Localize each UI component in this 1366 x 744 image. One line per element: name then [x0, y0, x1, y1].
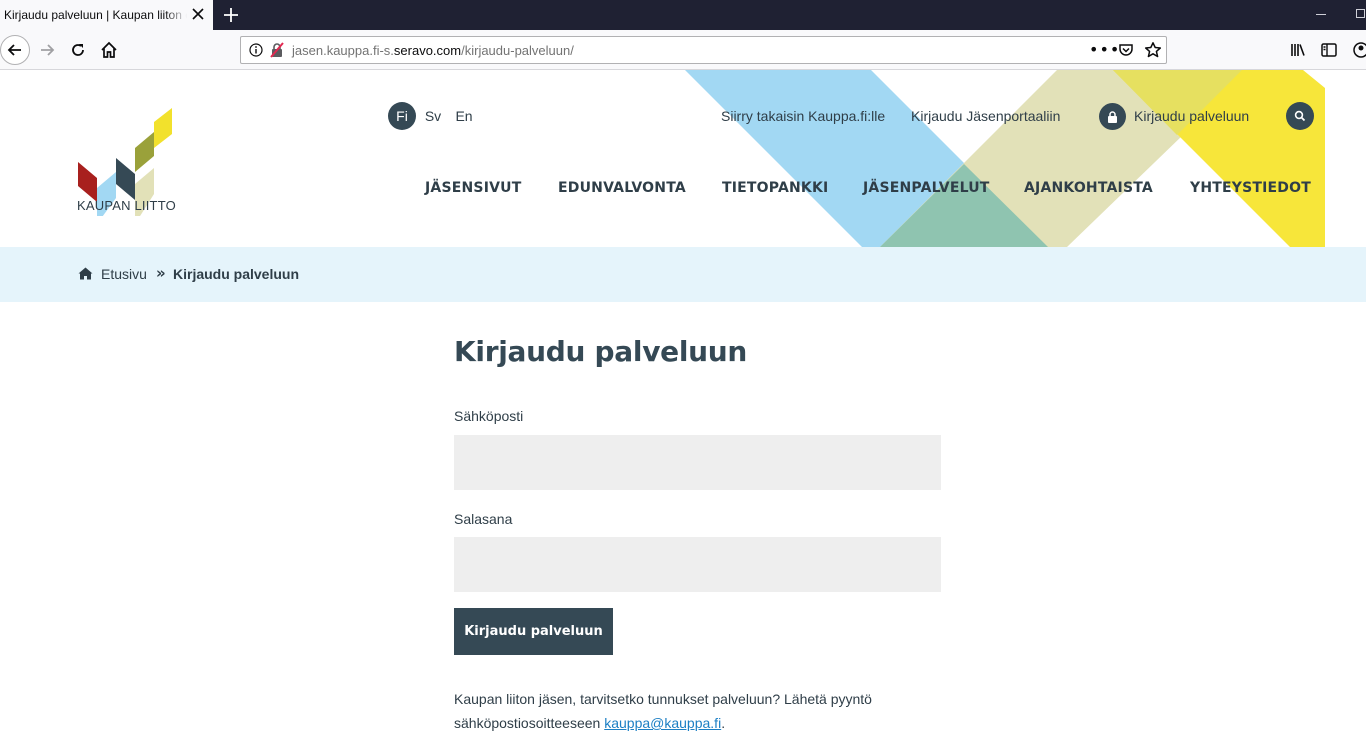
reload-button[interactable] [63, 30, 93, 70]
login-submit-button[interactable]: Kirjaudu palveluun [454, 608, 613, 655]
nav-edunvalvonta[interactable]: EDUNVALVONTA [558, 180, 686, 196]
close-tab-icon[interactable] [191, 7, 205, 21]
new-tab-icon[interactable] [222, 6, 240, 24]
minimize-window-icon[interactable] [1316, 14, 1326, 15]
nav-jasensivut[interactable]: JÄSENSIVUT [425, 180, 521, 196]
nav-ajankohtaista[interactable]: AJANKOHTAISTA [1024, 180, 1153, 196]
info-icon[interactable] [249, 43, 263, 57]
insecure-lock-icon[interactable] [269, 42, 285, 58]
address-bar[interactable]: jasen.kauppa.fi-s.seravo.com/kirjaudu-pa… [240, 36, 1167, 64]
maximize-window-icon[interactable] [1356, 9, 1365, 18]
email-link[interactable]: kauppa@kauppa.fi [604, 715, 721, 731]
language-en[interactable]: En [453, 102, 475, 130]
email-label: Sähköposti [454, 408, 524, 424]
decorative-stripes [685, 70, 1325, 247]
site-header: KAUPAN LIITTO Fi Sv En Siirry takaisin K… [0, 70, 1366, 247]
language-fi[interactable]: Fi [388, 102, 416, 130]
bookmark-star-icon[interactable] [1144, 41, 1162, 59]
tab-title: Kirjaudu palveluun | Kaupan liiton e [4, 8, 187, 22]
password-label: Salasana [454, 511, 513, 527]
back-button[interactable] [0, 30, 30, 70]
breadcrumb-separator: » [156, 264, 166, 282]
reload-icon [72, 44, 84, 56]
member-portal-link[interactable]: Kirjaudu Jäsenportaaliin [911, 108, 1060, 124]
logo-text: KAUPAN LIITTO [77, 198, 176, 213]
breadcrumb-current: Kirjaudu palveluun [173, 266, 300, 282]
language-sv[interactable]: Sv [422, 102, 444, 130]
credentials-info-text: Kaupan liiton jäsen, tarvitsetko tunnuks… [454, 691, 872, 731]
nav-jasenpalvelut[interactable]: JÄSENPALVELUT [863, 180, 990, 196]
nav-yhteystiedot[interactable]: YHTEYSTIEDOT [1190, 180, 1311, 196]
search-button[interactable] [1286, 102, 1314, 130]
arrow-right-icon [41, 44, 55, 56]
breadcrumb: Etusivu » Kirjaudu palveluun [0, 247, 1366, 302]
browser-tab-active[interactable]: Kirjaudu palveluun | Kaupan liiton e [0, 0, 213, 30]
page-title: Kirjaudu palveluun [454, 335, 748, 368]
password-field[interactable] [454, 537, 941, 592]
home-button[interactable] [94, 30, 124, 70]
email-field[interactable] [454, 435, 941, 490]
browser-tab-bar: Kirjaudu palveluun | Kaupan liiton e [0, 0, 1366, 30]
lock-icon[interactable] [1099, 103, 1126, 130]
back-to-kauppa-link[interactable]: Siirry takaisin Kauppa.fi:lle [721, 108, 885, 124]
library-icon[interactable] [1289, 41, 1307, 59]
login-service-link[interactable]: Kirjaudu palveluun [1134, 108, 1249, 124]
account-icon[interactable] [1352, 41, 1366, 59]
home-icon[interactable] [78, 267, 93, 280]
pocket-icon[interactable] [1118, 42, 1134, 58]
page-actions-icon[interactable]: ••• [1089, 40, 1120, 59]
arrow-left-icon [7, 44, 21, 56]
breadcrumb-home-link[interactable]: Etusivu [101, 266, 147, 282]
sidebar-icon[interactable] [1320, 41, 1338, 59]
forward-button[interactable] [32, 30, 62, 70]
web-page: KAUPAN LIITTO Fi Sv En Siirry takaisin K… [0, 70, 1366, 744]
browser-toolbar: jasen.kauppa.fi-s.seravo.com/kirjaudu-pa… [0, 30, 1366, 70]
url-text: jasen.kauppa.fi-s.seravo.com/kirjaudu-pa… [292, 43, 574, 58]
search-icon [1294, 110, 1306, 122]
nav-tietopankki[interactable]: TIETOPANKKI [722, 180, 828, 196]
home-icon [101, 41, 117, 58]
